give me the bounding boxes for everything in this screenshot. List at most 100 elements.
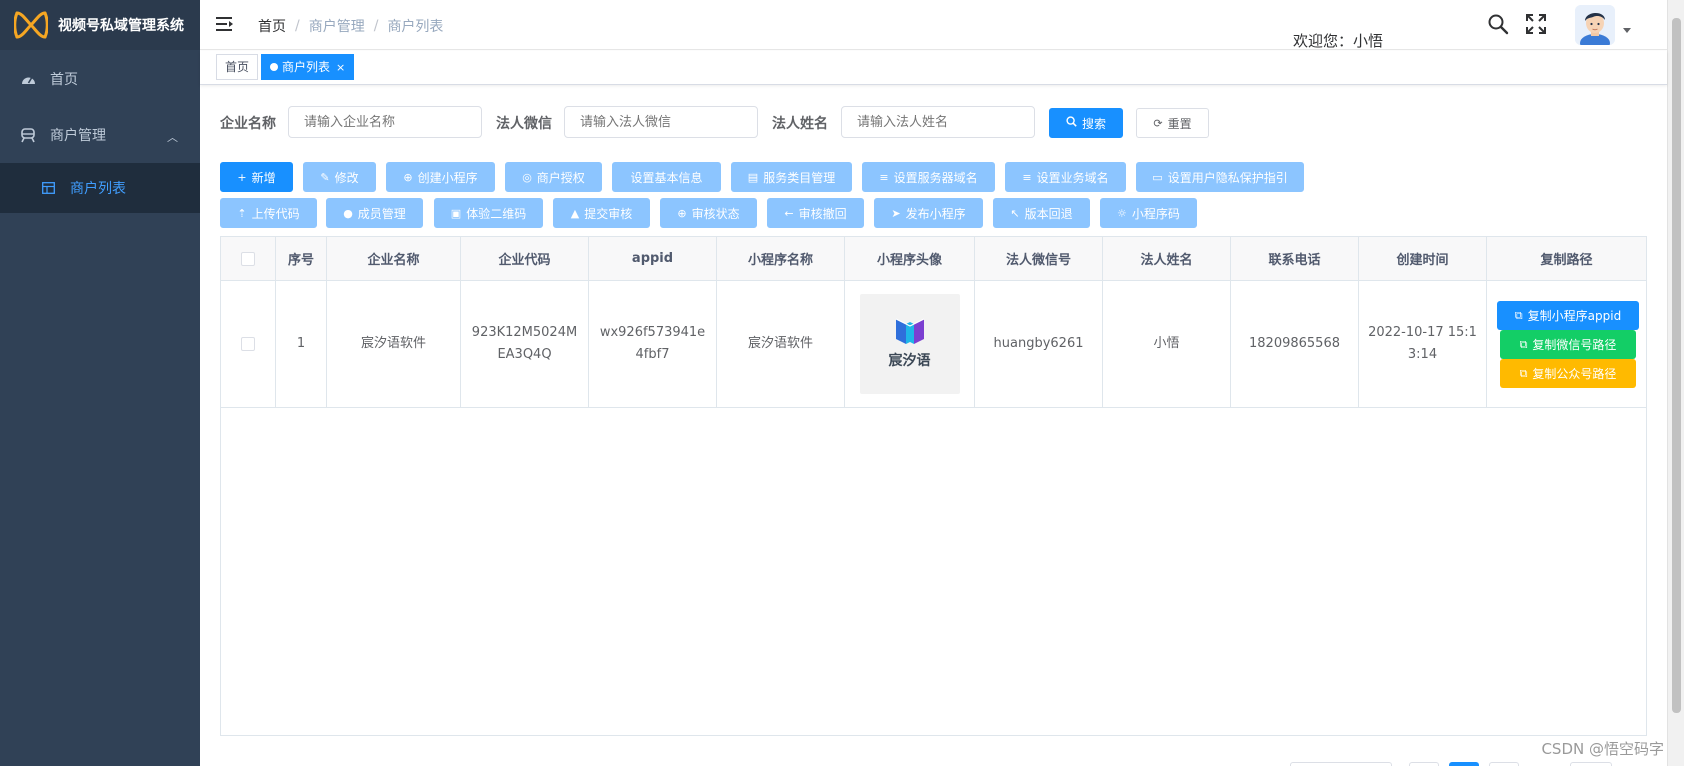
set-server-domain-label: 设置服务器域名 xyxy=(893,170,978,185)
refresh-icon: ⟳ xyxy=(1153,116,1163,130)
mini-program-avatar-image: 宸汐语 xyxy=(859,294,960,394)
plus-icon: + xyxy=(237,170,247,184)
mini-program-code-button[interactable]: ☼ 小程序码 xyxy=(1100,198,1197,228)
csdn-watermark: CSDN @悟空码字 xyxy=(1541,740,1664,758)
cell-select xyxy=(221,281,276,407)
plus-circle-icon: ⊕ xyxy=(677,206,687,220)
breadcrumb-merchant-list: 商户列表 xyxy=(387,19,444,35)
send-icon: ➤ xyxy=(891,206,901,220)
publish-mini-program-label: 发布小程序 xyxy=(905,206,966,221)
trial-qrcode-button[interactable]: ▣ 体验二维码 xyxy=(434,198,543,228)
category-icon: ▤ xyxy=(747,170,759,184)
reset-button[interactable]: ⟳ 重置 xyxy=(1136,108,1209,138)
table-header: 序号 企业名称 企业代码 appid 小程序名称 小程序头像 法人微信号 法人姓… xyxy=(221,237,1646,281)
copy-wechat-path-label: 复制微信号路径 xyxy=(1532,337,1617,352)
review-status-button[interactable]: ⊕ 审核状态 xyxy=(660,198,757,228)
cell-mini-program-avatar: 宸汐语 xyxy=(845,281,975,407)
next-page-button[interactable] xyxy=(1489,762,1519,766)
prev-page-button[interactable] xyxy=(1409,762,1439,766)
tag-label: 商户列表 xyxy=(282,60,331,74)
set-basic-info-label: 设置基本信息 xyxy=(630,170,703,185)
vertical-scrollbar[interactable] xyxy=(1667,0,1684,766)
page-size-select[interactable] xyxy=(1290,762,1392,766)
tag-home[interactable]: 首页 xyxy=(216,54,259,80)
target-icon: ◎ xyxy=(522,170,532,184)
set-business-domain-button[interactable]: ≡ 设置业务域名 xyxy=(1005,162,1126,192)
cell-index: 1 xyxy=(276,281,327,407)
sidebar-item-home[interactable]: 首页 xyxy=(0,51,200,107)
plus-circle-icon: ⊕ xyxy=(403,170,413,184)
cell-copy-path: ⧉ 复制小程序appid ⧉ 复制微信号路径 ⧉ 复制公众号路径 xyxy=(1487,281,1646,407)
create-mini-program-button[interactable]: ⊕ 创建小程序 xyxy=(386,162,495,192)
avatar[interactable] xyxy=(1575,5,1615,45)
service-category-button[interactable]: ▤ 服务类目管理 xyxy=(731,162,852,192)
sidebar-item-merchant-list[interactable]: 商户列表 xyxy=(0,163,200,213)
page-number-1[interactable] xyxy=(1449,762,1479,766)
cell-legal-wechat: huangby6261 xyxy=(975,281,1103,407)
cell-created-at: 2022-10-17 15:13:14 xyxy=(1359,281,1487,407)
list-icon: ≡ xyxy=(1022,170,1032,184)
list-icon xyxy=(40,180,56,196)
breadcrumb-separator: / xyxy=(295,18,300,34)
jump-page-input[interactable] xyxy=(1570,762,1612,766)
logo-bar: 视频号私域管理系统 xyxy=(0,0,200,50)
select-all-checkbox[interactable] xyxy=(241,251,255,266)
arrow-left-icon: ← xyxy=(784,206,794,220)
legal-name-input[interactable] xyxy=(841,106,1035,138)
header-created-at: 创建时间 xyxy=(1359,237,1487,280)
set-privacy-guide-button[interactable]: ▭ 设置用户隐私保护指引 xyxy=(1136,162,1304,192)
caret-down-icon[interactable] xyxy=(1623,28,1631,33)
search-button[interactable]: 搜索 xyxy=(1049,108,1123,138)
edit-button[interactable]: ✎ 修改 xyxy=(303,162,376,192)
sidebar-item-label: 商户列表 xyxy=(70,181,126,197)
table-row: 1 宸汐语软件 923K12M5024MEA3Q4Q wx926f573941e… xyxy=(221,281,1646,408)
breadcrumb-home[interactable]: 首页 xyxy=(258,16,286,36)
fullscreen-icon[interactable] xyxy=(1525,13,1547,35)
copy-icon: ⧉ xyxy=(1519,366,1528,380)
header-company-code: 企业代码 xyxy=(461,237,589,280)
user-icon: ● xyxy=(343,206,353,220)
publish-mini-program-button[interactable]: ➤ 发布小程序 xyxy=(874,198,983,228)
version-rollback-button[interactable]: ↖ 版本回退 xyxy=(993,198,1090,228)
set-business-domain-label: 设置业务域名 xyxy=(1036,170,1109,185)
copy-official-account-path-button[interactable]: ⧉ 复制公众号路径 xyxy=(1500,359,1636,388)
search-icon[interactable] xyxy=(1487,13,1509,35)
copy-official-account-path-label: 复制公众号路径 xyxy=(1532,366,1617,381)
upload-code-button[interactable]: ⇡ 上传代码 xyxy=(220,198,317,228)
add-button[interactable]: + 新增 xyxy=(220,162,293,192)
monitor-icon: ▭ xyxy=(1152,170,1163,184)
scrollbar-thumb[interactable] xyxy=(1672,18,1681,713)
copy-appid-button[interactable]: ⧉ 复制小程序appid xyxy=(1497,301,1639,330)
header-legal-name: 法人姓名 xyxy=(1103,237,1231,280)
tag-merchant-list[interactable]: 商户列表 × xyxy=(261,54,355,80)
review-withdraw-button[interactable]: ← 审核撤回 xyxy=(767,198,864,228)
upload-code-label: 上传代码 xyxy=(251,206,300,221)
create-mini-program-label: 创建小程序 xyxy=(417,170,478,185)
sidebar-item-merchant[interactable]: 商户管理 ︿ xyxy=(0,107,200,163)
version-rollback-label: 版本回退 xyxy=(1024,206,1073,221)
member-manage-button[interactable]: ● 成员管理 xyxy=(326,198,423,228)
reset-button-label: 重置 xyxy=(1167,116,1192,131)
company-name-input[interactable] xyxy=(288,106,482,138)
header-index: 序号 xyxy=(276,237,327,280)
sun-icon: ☼ xyxy=(1117,206,1127,220)
set-basic-info-button[interactable]: 设置基本信息 xyxy=(612,162,721,192)
submit-review-button[interactable]: ▲ 提交审核 xyxy=(553,198,650,228)
review-status-label: 审核状态 xyxy=(691,206,740,221)
hamburger-icon[interactable] xyxy=(216,16,234,34)
close-icon[interactable]: × xyxy=(336,61,345,74)
row-checkbox[interactable] xyxy=(241,337,255,351)
set-server-domain-button[interactable]: ≡ 设置服务器域名 xyxy=(862,162,995,192)
header-mini-program-avatar: 小程序头像 xyxy=(845,237,975,280)
cell-company-name: 宸汐语软件 xyxy=(327,281,461,407)
cell-phone: 18209865568 xyxy=(1231,281,1359,407)
navbar: 首页 / 商户管理 / 商户列表 欢迎您：小悟 xyxy=(200,0,1667,50)
sidebar: 视频号私域管理系统 首页 商户管理 ︿ 商户列表 xyxy=(0,0,200,766)
copy-wechat-path-button[interactable]: ⧉ 复制微信号路径 xyxy=(1500,330,1636,359)
avatar-text: 宸汐语 xyxy=(888,353,931,369)
merchant-auth-button[interactable]: ◎ 商户授权 xyxy=(505,162,602,192)
logo-icon xyxy=(14,10,48,40)
cell-mini-program-name: 宸汐语软件 xyxy=(717,281,845,407)
label-legal-wechat: 法人微信 xyxy=(496,116,552,132)
legal-wechat-input[interactable] xyxy=(564,106,758,138)
